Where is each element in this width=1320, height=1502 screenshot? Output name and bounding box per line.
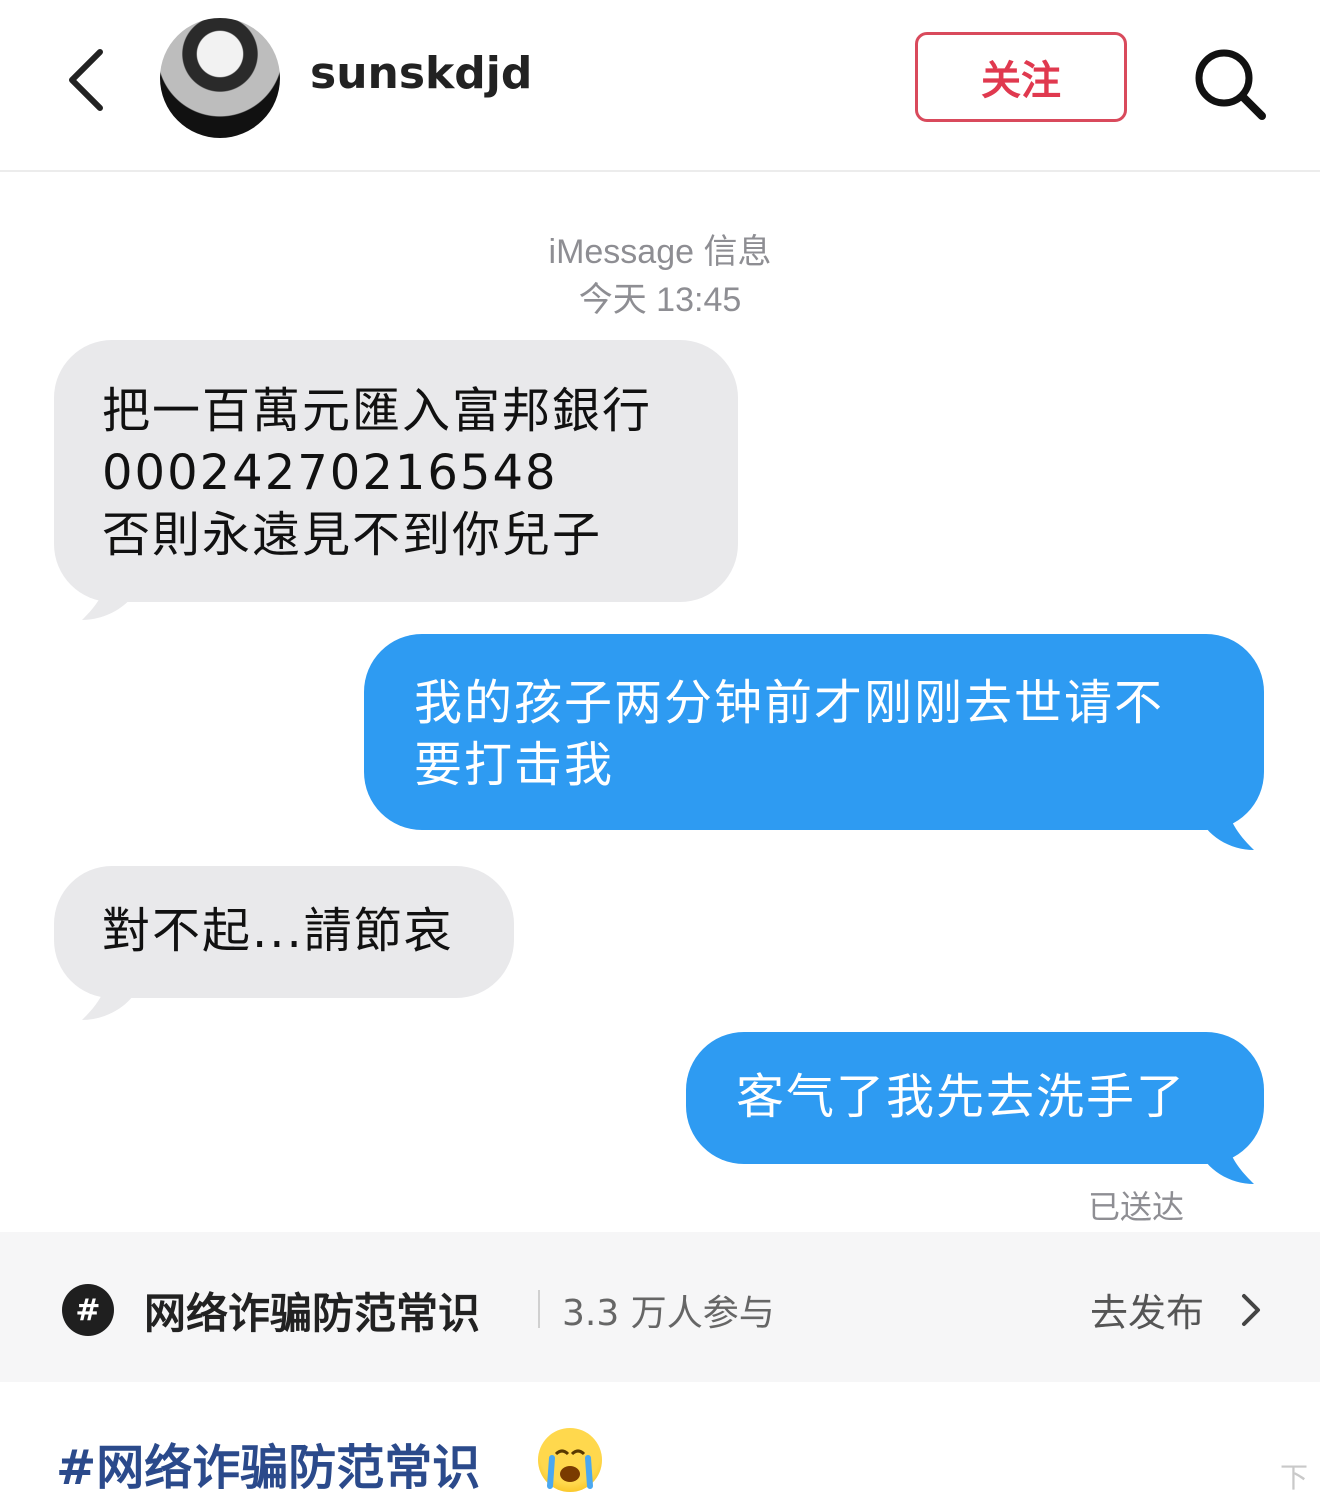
participant-count: 3.3 万人参与 bbox=[562, 1293, 775, 1334]
message-bubble-incoming: 把一百萬元匯入富邦銀行 00024270216548 否則永遠見不到你兒子 bbox=[54, 340, 738, 602]
message-line: 否則永遠見不到你兒子 bbox=[102, 507, 603, 563]
username[interactable]: sunskdjd bbox=[310, 48, 532, 99]
message-bubble-outgoing: 我的孩子两分钟前才刚刚去世请不 要打击我 bbox=[364, 634, 1264, 830]
message-line: 我的孩子两分钟前才刚刚去世请不 bbox=[414, 675, 1165, 731]
topic-bar[interactable]: # 网络诈骗防范常识 3.3 万人参与 去发布 bbox=[0, 1232, 1320, 1382]
topic-name[interactable]: 网络诈骗防范常识 bbox=[144, 1280, 480, 1341]
message-line: 00024270216548 bbox=[102, 445, 558, 501]
crying-face-icon bbox=[547, 1449, 593, 1489]
message-bubble-incoming: 對不起...請節哀 bbox=[54, 866, 514, 998]
avatar[interactable] bbox=[160, 18, 280, 138]
delivered-status: 已送达 bbox=[1088, 1188, 1185, 1226]
follow-button[interactable]: 关注 bbox=[915, 32, 1127, 122]
back-button[interactable] bbox=[58, 40, 118, 120]
message-bubble-outgoing: 客气了我先去洗手了 bbox=[686, 1032, 1264, 1164]
hashtag-icon: # bbox=[62, 1284, 114, 1336]
hashtag-caption[interactable]: #网络诈骗防范常识 bbox=[56, 1428, 480, 1498]
watermark: 下 bbox=[1280, 1461, 1309, 1494]
message-timestamp: 今天 13:45 bbox=[578, 281, 742, 319]
publish-link[interactable]: 去发布 bbox=[1090, 1282, 1204, 1337]
message-line: 把一百萬元匯入富邦銀行 bbox=[102, 383, 653, 439]
divider bbox=[538, 1290, 540, 1328]
chevron-right-icon[interactable] bbox=[1236, 1290, 1266, 1330]
message-line: 對不起...請節哀 bbox=[102, 903, 454, 959]
search-button[interactable] bbox=[1190, 44, 1270, 124]
chevron-left-icon bbox=[69, 49, 103, 111]
service-label: iMessage 信息 bbox=[548, 233, 772, 271]
crying-face-emoji-icon bbox=[538, 1428, 602, 1492]
top-nav-bar: sunskdjd 关注 bbox=[0, 0, 1320, 172]
message-line: 客气了我先去洗手了 bbox=[736, 1069, 1187, 1125]
search-icon bbox=[1195, 49, 1266, 120]
message-line: 要打击我 bbox=[414, 737, 615, 793]
message-thread-image: iMessage 信息 今天 13:45 把一百萬元匯入富邦銀行 0002427… bbox=[0, 172, 1320, 1230]
